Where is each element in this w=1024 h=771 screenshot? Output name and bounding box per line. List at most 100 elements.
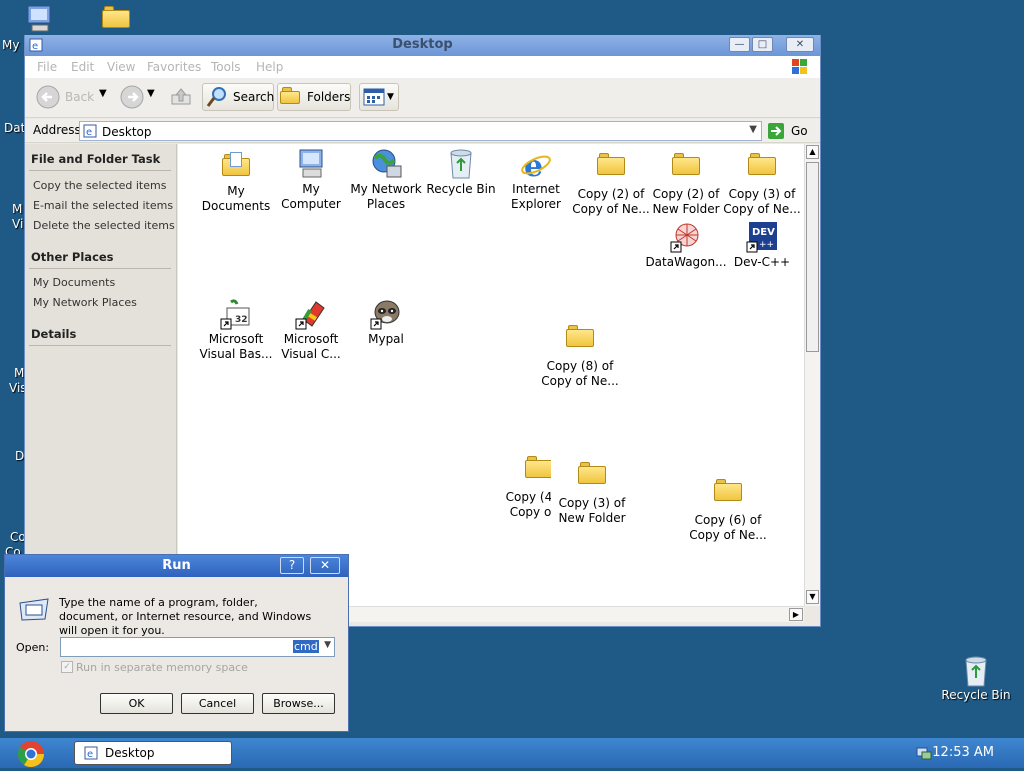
icon-label: Dev-C++ <box>733 255 791 269</box>
explorer-title: Desktop <box>392 37 453 52</box>
icon-label: Copy (6) of <box>694 513 762 527</box>
explorer-titlebar[interactable]: e Desktop — □ ✕ <box>25 35 820 56</box>
icon-folder[interactable]: Copy (8) of Copy of Ne... <box>539 320 621 389</box>
icon-my-documents[interactable]: My Documents <box>195 148 277 214</box>
menu-view[interactable]: View <box>107 60 135 74</box>
cancel-button[interactable]: Cancel <box>181 693 254 714</box>
address-input[interactable]: e Desktop ▼ <box>79 121 762 141</box>
icon-label: Explorer <box>511 197 561 211</box>
desktop-label: Dat <box>4 121 26 135</box>
close-button[interactable]: ✕ <box>786 37 814 52</box>
svg-text:++: ++ <box>759 240 774 250</box>
menu-file[interactable]: File <box>37 60 57 74</box>
details-title[interactable]: Details <box>31 327 76 341</box>
back-dropdown-icon[interactable]: ▼ <box>99 88 107 99</box>
maximize-button[interactable]: □ <box>752 37 773 52</box>
icon-my-network-places[interactable]: My Network Places <box>345 148 427 212</box>
vertical-scrollbar[interactable]: ▲ ▼ <box>804 144 820 606</box>
forward-button[interactable]: ▼ <box>119 84 159 112</box>
desktop-folder-icon[interactable] <box>102 6 132 32</box>
start-button[interactable] <box>14 738 50 768</box>
desktop-label: My <box>2 38 20 52</box>
run-description: Type the name of a program, folder, docu… <box>59 596 312 637</box>
taskbar: e Desktop 12:53 AM <box>0 738 1024 768</box>
open-combobox[interactable]: cmd ▼ <box>60 637 335 657</box>
back-label: Back <box>65 90 95 104</box>
menu-edit[interactable]: Edit <box>71 60 94 74</box>
icon-folder[interactable]: Copy (2) of Copy of Ne... <box>570 148 652 217</box>
other-places-title[interactable]: Other Places <box>31 250 114 264</box>
svg-text:e: e <box>86 127 92 138</box>
file-tasks-title[interactable]: File and Folder Task <box>31 152 160 166</box>
open-dropdown-icon[interactable]: ▼ <box>324 640 331 650</box>
icon-label: Microsoft <box>283 332 339 346</box>
back-button[interactable]: Back ▼ <box>35 84 110 112</box>
task-email-selected[interactable]: E-mail the selected items <box>33 199 173 212</box>
browse-button[interactable]: Browse... <box>262 693 335 714</box>
icon-label: Microsoft <box>208 332 264 346</box>
scroll-thumb[interactable] <box>806 162 819 352</box>
ok-button[interactable]: OK <box>100 693 173 714</box>
icon-label: My <box>302 182 320 196</box>
place-my-documents[interactable]: My Documents <box>33 276 115 289</box>
views-button[interactable]: ▼ <box>359 83 399 111</box>
scroll-right-arrow-icon[interactable]: ▶ <box>789 608 803 621</box>
run-close-button[interactable]: ✕ <box>310 557 340 574</box>
run-titlebar[interactable]: Run ? ✕ <box>5 555 348 577</box>
go-button[interactable]: Go <box>765 121 813 141</box>
forward-dropdown-icon[interactable]: ▼ <box>147 88 155 99</box>
icon-my-computer[interactable]: My Computer <box>270 148 352 212</box>
views-dropdown-icon: ▼ <box>387 92 394 102</box>
taskbar-desktop-button[interactable]: e Desktop <box>74 741 232 765</box>
menu-help[interactable]: Help <box>256 60 283 74</box>
recycle-bin-icon <box>965 656 987 687</box>
place-my-network-places[interactable]: My Network Places <box>33 296 137 309</box>
icon-label: Copy (3) of <box>728 187 796 201</box>
up-folder-icon[interactable] <box>169 86 193 110</box>
icon-folder[interactable]: Copy (3) of Copy of Ne... <box>721 148 803 217</box>
svg-text:32: 32 <box>235 315 248 325</box>
menu-tools[interactable]: Tools <box>211 60 241 74</box>
task-copy-selected[interactable]: Copy the selected items <box>33 179 166 192</box>
folders-button[interactable]: Folders <box>277 83 351 111</box>
menu-favorites[interactable]: Favorites <box>147 60 201 74</box>
search-button[interactable]: Search <box>202 83 274 111</box>
ie-page-icon: e <box>84 746 98 760</box>
menu-bar: File Edit View Favorites Tools Help <box>25 56 820 78</box>
scroll-down-arrow-icon[interactable]: ▼ <box>806 590 819 604</box>
desktop-recycle-bin[interactable]: Recycle Bin <box>940 656 1012 702</box>
icon-folder[interactable]: Copy (2) of New Folder <box>645 148 727 217</box>
clock: 12:53 AM <box>932 745 994 760</box>
scroll-up-arrow-icon[interactable]: ▲ <box>806 145 819 159</box>
help-button[interactable]: ? <box>280 557 304 574</box>
back-arrow-icon <box>36 85 60 109</box>
dev-cpp-icon: DEV ++ <box>746 222 777 253</box>
task-pane: File and Folder Task Copy the selected i… <box>25 144 177 625</box>
icon-mypal[interactable]: Mypal <box>345 298 427 347</box>
icon-folder[interactable]: Copy (6) of Copy of Ne... <box>687 474 769 543</box>
address-label: Address <box>33 123 81 137</box>
go-label: Go <box>791 124 808 138</box>
explorer-window: e Desktop — □ ✕ File Edit View Favorites… <box>24 35 821 627</box>
recycle-bin-icon <box>450 149 472 179</box>
visual-cpp-icon <box>295 301 325 330</box>
task-delete-selected[interactable]: Delete the selected items <box>33 219 175 232</box>
open-input-value[interactable]: cmd <box>293 640 319 653</box>
address-dropdown-icon[interactable]: ▼ <box>749 124 757 135</box>
minimize-button[interactable]: — <box>729 37 750 52</box>
views-icon <box>363 88 385 106</box>
icon-folder[interactable]: Copy (3) of New Folder <box>551 457 633 526</box>
icon-dev-cpp[interactable]: DEV ++ Dev-C++ <box>721 221 803 270</box>
divider <box>29 268 171 269</box>
icon-label: Places <box>366 197 406 211</box>
icon-recycle-bin[interactable]: Recycle Bin <box>420 148 502 197</box>
icon-datawagon[interactable]: DataWagon... <box>645 221 727 270</box>
icon-microsoft-visual-basic[interactable]: 32 Microsoft Visual Bas... <box>195 298 277 362</box>
icon-microsoft-visual-cpp[interactable]: Microsoft Visual C... <box>270 298 352 362</box>
standard-toolbar: Back ▼ ▼ Search Folders ▼ <box>25 78 820 118</box>
tray-network-icon[interactable] <box>916 745 932 761</box>
desktop-my-computer-icon[interactable] <box>22 4 56 34</box>
icon-internet-explorer[interactable]: e Internet Explorer <box>495 148 577 212</box>
folders-icon <box>280 86 302 106</box>
checkbox-label: Run in separate memory space <box>76 661 248 674</box>
